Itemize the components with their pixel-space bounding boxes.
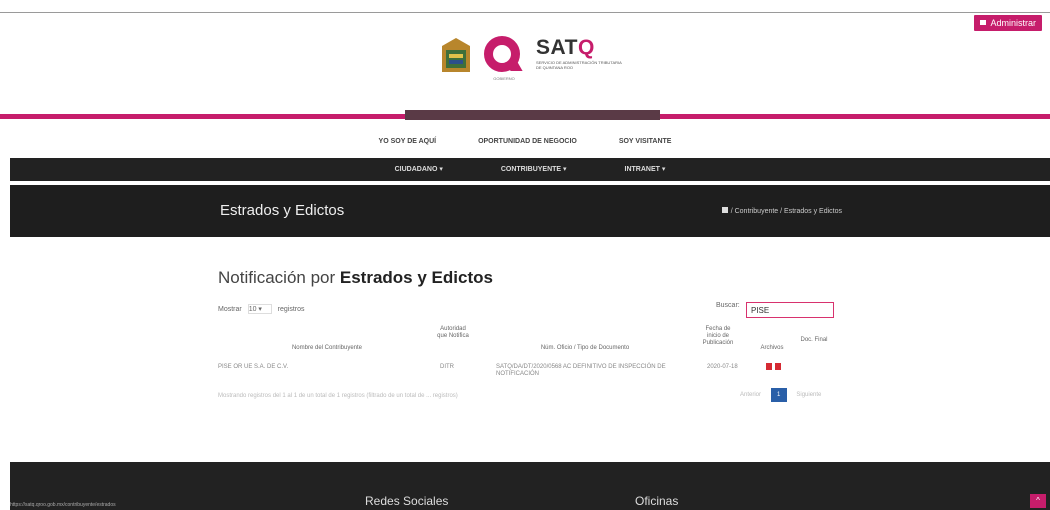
sat-q-letter: Q: [577, 36, 595, 59]
status-url: https://satq.qroo.gob.mx/contribuyente/e…: [10, 502, 116, 508]
brand-stripe-accent: [405, 110, 660, 120]
top-divider: [0, 12, 1050, 13]
topnav-yo-soy-de-aqui[interactable]: YO SOY DE AQUÍ: [379, 138, 437, 145]
show-suffix: registros: [277, 305, 305, 313]
cell-files: [766, 363, 786, 373]
topnav-soy-visitante[interactable]: SOY VISITANTE: [619, 138, 672, 145]
heading-light: Notificación por: [218, 268, 340, 287]
state-seal-logo: [440, 36, 472, 76]
pdf-icon[interactable]: [766, 363, 772, 370]
admin-button[interactable]: Administrar: [974, 15, 1042, 31]
footer: Redes Sociales Oficinas https://satq.qro…: [10, 462, 1050, 510]
scroll-to-top-button[interactable]: ^: [1030, 494, 1046, 508]
nav-intranet[interactable]: INTRANET ▾: [625, 158, 666, 181]
col-header-authority[interactable]: Autoridad que Notifica: [436, 326, 470, 340]
pager-next[interactable]: Siguiente: [796, 392, 821, 398]
pager-previous[interactable]: Anterior: [740, 392, 761, 398]
pager-current-page[interactable]: 1: [770, 388, 787, 402]
entries-selector: Mostrar 10 ▾ registros: [218, 304, 304, 314]
cell-date: 2020-07-18: [707, 364, 738, 370]
breadcrumb-path[interactable]: / Contribuyente / Estrados y Edictos: [731, 208, 842, 215]
q-logo-caption: GOBIERNO: [493, 76, 515, 81]
page-banner: Estrados y Edictos / Contribuyente / Est…: [10, 185, 1050, 237]
show-label: Mostrar: [218, 305, 242, 313]
footer-offices-title: Oficinas: [635, 494, 679, 508]
admin-label: Administrar: [990, 18, 1036, 28]
satq-logo[interactable]: SATQ SERVICIO DE ADMINISTRACIÓN TRIBUTAR…: [536, 36, 626, 70]
entries-select[interactable]: 10 ▾: [247, 304, 272, 314]
footer-social-title: Redes Sociales: [365, 494, 449, 508]
top-navigation: YO SOY DE AQUÍ OPORTUNIDAD DE NEGOCIO SO…: [0, 138, 1050, 152]
pdf-icon[interactable]: [775, 363, 781, 370]
cell-name: PISE OR UE S.A. DE C.V.: [218, 364, 289, 370]
entries-select-value: 10: [248, 306, 257, 313]
q-logo: GOBIERNO: [484, 36, 523, 81]
section-heading: Notificación por Estrados y Edictos: [218, 268, 493, 288]
search-label: Buscar:: [716, 302, 740, 309]
cell-document: SATQ/DA/DT/2020/0568 AC DEFINITIVO DE IN…: [496, 364, 666, 377]
pagination: Anterior 1 Siguiente: [740, 388, 821, 402]
satq-subtitle: SERVICIO DE ADMINISTRACIÓN TRIBUTARIA DE…: [536, 60, 622, 70]
page-title: Estrados y Edictos: [220, 202, 345, 219]
heading-bold: Estrados y Edictos: [339, 268, 493, 287]
cell-authority: DITR: [440, 364, 454, 370]
admin-icon: [980, 20, 987, 25]
sat-word: SAT: [536, 36, 578, 59]
col-header-final-doc[interactable]: Doc. Final: [800, 337, 828, 344]
breadcrumb: / Contribuyente / Estrados y Edictos: [721, 207, 842, 215]
header-logos: GOBIERNO SATQ SERVICIO DE ADMINISTRACIÓN…: [440, 30, 660, 92]
search-input[interactable]: [746, 302, 834, 318]
home-icon[interactable]: [721, 207, 728, 213]
nav-contribuyente[interactable]: CONTRIBUYENTE ▾: [501, 158, 567, 181]
table-info: Mostrando registros del 1 al 1 de un tot…: [218, 393, 458, 399]
col-header-date[interactable]: Fecha de inicio de Publicación: [701, 326, 735, 347]
col-header-files[interactable]: Archivos: [756, 345, 788, 352]
main-navigation: CIUDADANO ▾ CONTRIBUYENTE ▾ INTRANET ▾: [10, 158, 1050, 181]
col-header-name[interactable]: Nombre del Contribuyente: [262, 345, 392, 352]
col-header-document[interactable]: Núm. Oficio / Tipo de Documento: [500, 345, 670, 352]
topnav-oportunidad-de-negocio[interactable]: OPORTUNIDAD DE NEGOCIO: [478, 138, 577, 145]
nav-ciudadano[interactable]: CIUDADANO ▾: [395, 158, 443, 181]
